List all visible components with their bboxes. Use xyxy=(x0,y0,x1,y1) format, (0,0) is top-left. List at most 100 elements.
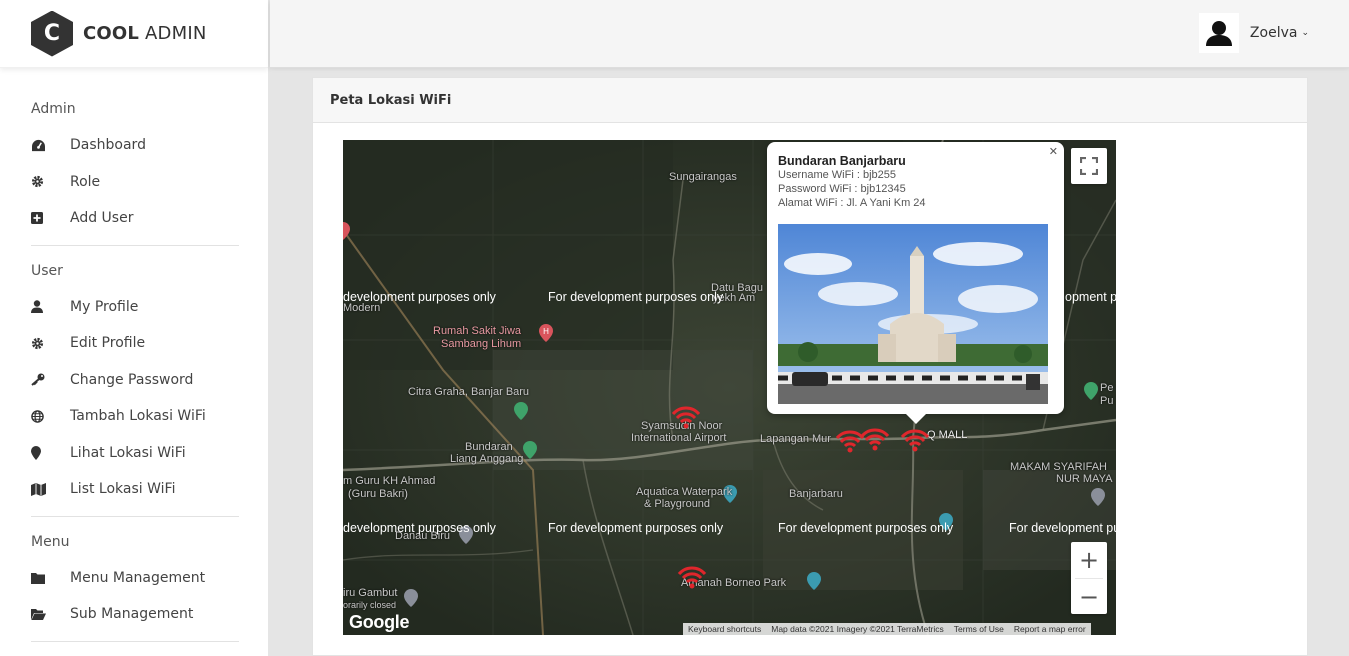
card-title: Peta Lokasi WiFi xyxy=(313,78,1307,123)
map-label: Sungairangas xyxy=(669,171,737,183)
wifi-marker-icon[interactable] xyxy=(860,426,890,452)
divider xyxy=(31,640,239,642)
section-title-admin: Admin xyxy=(31,101,76,117)
dev-watermark: opment pu xyxy=(1065,290,1116,304)
sidebar-item-label: List Lokasi WiFi xyxy=(70,481,176,498)
divider xyxy=(31,515,239,517)
info-window: ✕ Bundaran Banjarbaru Username WiFi : bj… xyxy=(767,142,1064,424)
logo-icon: C xyxy=(31,10,73,57)
zoom-in-button[interactable]: + xyxy=(1071,542,1107,578)
brand-logo[interactable]: C COOL ADMIN xyxy=(0,0,268,68)
section-title-menu: Menu xyxy=(31,533,70,550)
key-icon xyxy=(31,373,49,387)
zoom-out-button[interactable]: − xyxy=(1071,579,1107,615)
info-password: Password WiFi : bjb12345 xyxy=(778,183,906,195)
fullscreen-icon xyxy=(1080,157,1098,175)
report-map-error-link[interactable]: Report a map error xyxy=(1009,623,1091,635)
user-name: Zoelva xyxy=(1249,25,1298,41)
folder-icon xyxy=(31,571,49,585)
chevron-down-icon: ⌄ xyxy=(1301,28,1309,38)
zoom-control: + − xyxy=(1071,542,1107,614)
hospital-pin-icon[interactable] xyxy=(343,222,350,240)
place-pin-icon[interactable] xyxy=(1091,488,1105,506)
map-label: MAKAM SYARIFAH xyxy=(1010,461,1107,473)
park-pin-icon[interactable] xyxy=(1084,382,1098,400)
globe-icon xyxy=(31,409,49,423)
sidebar-item-label: Sub Management xyxy=(70,606,194,623)
park-pin-icon[interactable] xyxy=(514,402,528,420)
map-label: Rumah Sakit Jiwa xyxy=(433,325,522,337)
keyboard-shortcuts-link[interactable]: Keyboard shortcuts xyxy=(683,623,766,635)
dashboard-icon xyxy=(31,138,49,152)
sidebar-item-change-password[interactable]: Change Password xyxy=(31,362,237,399)
park-pin-icon[interactable] xyxy=(523,441,537,459)
map-label: NUR MAYA xyxy=(1056,473,1113,485)
brand-name: COOL ADMIN xyxy=(83,23,207,44)
top-header: Zoelva ⌄ xyxy=(270,0,1349,68)
sidebar-item-menu-management[interactable]: Menu Management xyxy=(31,560,237,597)
sidebar-item-dashboard[interactable]: Dashboard xyxy=(31,127,237,164)
wifi-marker-icon[interactable] xyxy=(900,427,930,453)
plus-square-icon xyxy=(31,211,49,225)
hospital-pin-icon[interactable]: H xyxy=(539,324,553,342)
sidebar-item-label: Lihat Lokasi WiFi xyxy=(70,444,186,461)
dev-watermark: For development purposes only xyxy=(548,521,724,535)
google-logo[interactable]: Google xyxy=(349,612,410,633)
map-label: Pu xyxy=(1100,395,1114,407)
sidebar-item-sub-management[interactable]: Sub Management xyxy=(31,596,237,633)
dev-watermark: For development purposes only xyxy=(548,290,724,304)
info-title: Bundaran Banjarbaru xyxy=(778,154,906,168)
sidebar-item-label: Add User xyxy=(70,210,134,227)
map-label: Banjarbaru xyxy=(789,488,843,500)
map-label: Sambang Lihum xyxy=(441,338,522,350)
place-pin-icon[interactable] xyxy=(404,589,418,607)
gear-icon xyxy=(31,175,49,189)
map-attribution: Keyboard shortcuts Map data ©2021 Imager… xyxy=(683,623,1091,635)
map-label: International Airport xyxy=(631,432,727,444)
sidebar-item-my-profile[interactable]: My Profile xyxy=(31,289,237,326)
info-address: Alamat WiFi : Jl. A Yani Km 24 xyxy=(778,197,926,209)
user-menu[interactable]: Zoelva ⌄ xyxy=(1198,13,1309,53)
sidebar-nav: Admin Dashboard Role Add User User My Pr… xyxy=(0,101,268,642)
gear-icon xyxy=(31,336,49,350)
map-data-text: Map data ©2021 Imagery ©2021 TerraMetric… xyxy=(771,624,944,634)
wifi-marker-icon[interactable] xyxy=(671,404,701,430)
sidebar-item-role[interactable]: Role xyxy=(31,164,237,201)
fullscreen-button[interactable] xyxy=(1071,148,1107,184)
sidebar-item-edit-profile[interactable]: Edit Profile xyxy=(31,325,237,362)
dev-watermark: development purposes only xyxy=(343,290,496,304)
avatar xyxy=(1198,13,1239,53)
sidebar-item-label: Dashboard xyxy=(70,137,146,154)
sidebar: C COOL ADMIN Admin Dashboard Role Add Us… xyxy=(0,0,269,656)
user-avatar-icon xyxy=(1205,21,1232,46)
sidebar-item-list-lokasi-wifi[interactable]: List Lokasi WiFi xyxy=(31,471,237,508)
sidebar-item-label: Role xyxy=(70,173,101,190)
location-photo xyxy=(778,224,1048,404)
close-icon[interactable]: ✕ xyxy=(1049,145,1058,158)
sidebar-item-label: Tambah Lokasi WiFi xyxy=(70,408,206,425)
terms-of-use-link[interactable]: Terms of Use xyxy=(949,623,1009,635)
map-icon xyxy=(31,482,49,496)
map-label: Pe xyxy=(1100,382,1114,394)
sidebar-item-label: Menu Management xyxy=(70,569,206,586)
map-label: Citra Graha, Banjar Baru xyxy=(408,386,530,398)
map-label: Aquatica Waterpark xyxy=(636,486,733,498)
google-map[interactable]: H Sungairangas Datu Bagu yekh Am Modern … xyxy=(343,140,1116,635)
map-label: m Guru KH Ahmad xyxy=(343,475,436,487)
map-label: Liang Anggang xyxy=(450,453,524,465)
folder-open-icon xyxy=(31,607,49,621)
sidebar-item-tambah-lokasi-wifi[interactable]: Tambah Lokasi WiFi xyxy=(31,398,237,435)
map-label: iru Gambut xyxy=(343,587,398,599)
map-label: Q MALL xyxy=(927,429,968,441)
sidebar-item-label: Change Password xyxy=(70,371,194,388)
sidebar-item-add-user[interactable]: Add User xyxy=(31,200,237,237)
dev-watermark: development purposes only xyxy=(343,521,496,535)
dev-watermark: For development purposes only xyxy=(778,521,954,535)
map-marker-icon xyxy=(31,445,49,460)
sidebar-item-lihat-lokasi-wifi[interactable]: Lihat Lokasi WiFi xyxy=(31,435,237,472)
map-label: orarily closed xyxy=(343,600,397,610)
attraction-pin-icon[interactable] xyxy=(807,572,821,590)
dev-watermark: For development pu xyxy=(1009,521,1116,535)
map-label: & Playground xyxy=(644,498,711,510)
wifi-marker-icon[interactable] xyxy=(677,564,707,590)
